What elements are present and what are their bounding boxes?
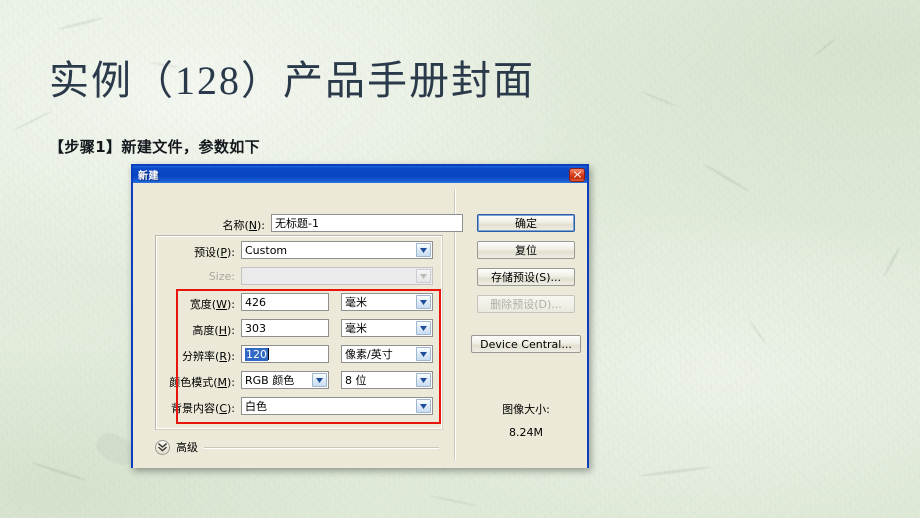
resolution-unit-select[interactable]: 像素/英寸 [341, 345, 433, 363]
delete-preset-button: 删除预设(D)... [477, 295, 575, 313]
preset-select-value: Custom [245, 243, 288, 257]
size-label: Size: [167, 270, 235, 283]
width-label: 宽度(W): [189, 298, 235, 311]
width-unit-value: 毫米 [345, 296, 367, 309]
advanced-divider [204, 446, 439, 448]
text-caret [268, 348, 269, 360]
resolution-input-value: 120 [245, 347, 268, 361]
width-input-value: 426 [245, 295, 266, 309]
chevron-down-icon[interactable] [416, 399, 431, 413]
size-label-text: Size: [208, 270, 235, 283]
height-label: 高度(H): [192, 324, 235, 337]
chevron-down-icon[interactable] [416, 295, 431, 309]
step-label: 【步骤1】新建文件，参数如下 [49, 138, 261, 156]
height-unit-value: 毫米 [345, 322, 367, 335]
chevron-down-icon[interactable] [416, 373, 431, 387]
background-contents-select[interactable]: 白色 [241, 397, 433, 415]
preset-label: 预设(P): [194, 246, 235, 259]
resolution-unit-value: 像素/英寸 [345, 348, 393, 361]
chevron-double-down-icon[interactable] [155, 439, 170, 455]
width-unit-select[interactable]: 毫米 [341, 293, 433, 311]
image-size-label: 图像大小: [502, 403, 550, 416]
chevron-down-icon[interactable] [416, 347, 431, 361]
save-preset-button-label: 存储预设(S)... [490, 271, 562, 284]
color-mode-select[interactable]: RGB 颜色 [241, 371, 329, 389]
ok-button-label: 确定 [515, 217, 537, 230]
device-central-button-label: Device Central... [480, 337, 572, 351]
advanced-section[interactable]: 高级 [155, 439, 439, 455]
chevron-down-icon[interactable] [312, 373, 327, 387]
ok-button[interactable]: 确定 [477, 214, 575, 232]
background-contents-label: 背景内容(C): [171, 402, 235, 415]
chevron-down-icon[interactable] [416, 321, 431, 335]
resolution-label: 分辨率(R): [182, 350, 235, 363]
dialog-titlebar[interactable]: 新建 [133, 166, 587, 183]
height-input[interactable]: 303 [241, 319, 329, 337]
preset-select[interactable]: Custom [241, 241, 433, 259]
color-mode-value: RGB 颜色 [245, 374, 295, 387]
size-select [241, 267, 433, 285]
advanced-label: 高级 [176, 441, 198, 454]
chevron-down-icon-disabled [416, 269, 431, 283]
save-preset-button[interactable]: 存储预设(S)... [477, 268, 575, 286]
background-contents-value: 白色 [245, 400, 267, 413]
color-mode-label: 颜色模式(M): [169, 376, 235, 389]
image-size-info: 图像大小: 8.24M [466, 401, 586, 439]
reset-button[interactable]: 复位 [477, 241, 575, 259]
name-input[interactable]: 无标题-1 [271, 214, 463, 232]
close-icon[interactable] [569, 167, 585, 182]
image-size-value: 8.24M [509, 426, 543, 439]
new-document-dialog: 新建 名称(N): 无标题-1 预设(P): Custom Size: 宽度(W… [131, 164, 589, 468]
page-title: 实例（128）产品手册封面 [49, 58, 535, 103]
bit-depth-select[interactable]: 8 位 [341, 371, 433, 389]
height-unit-select[interactable]: 毫米 [341, 319, 433, 337]
resolution-input[interactable]: 120 [241, 345, 329, 363]
bit-depth-value: 8 位 [345, 374, 367, 387]
name-label: 名称(N): [222, 219, 265, 232]
chevron-down-icon[interactable] [416, 243, 431, 257]
delete-preset-button-label: 删除预设(D)... [490, 298, 562, 311]
reset-button-label: 复位 [515, 244, 537, 257]
device-central-button[interactable]: Device Central... [471, 335, 581, 353]
width-input[interactable]: 426 [241, 293, 329, 311]
height-input-value: 303 [245, 321, 266, 335]
dialog-body: 名称(N): 无标题-1 预设(P): Custom Size: 宽度(W): … [133, 183, 587, 468]
name-input-value: 无标题-1 [275, 217, 319, 230]
dialog-title: 新建 [138, 171, 159, 182]
